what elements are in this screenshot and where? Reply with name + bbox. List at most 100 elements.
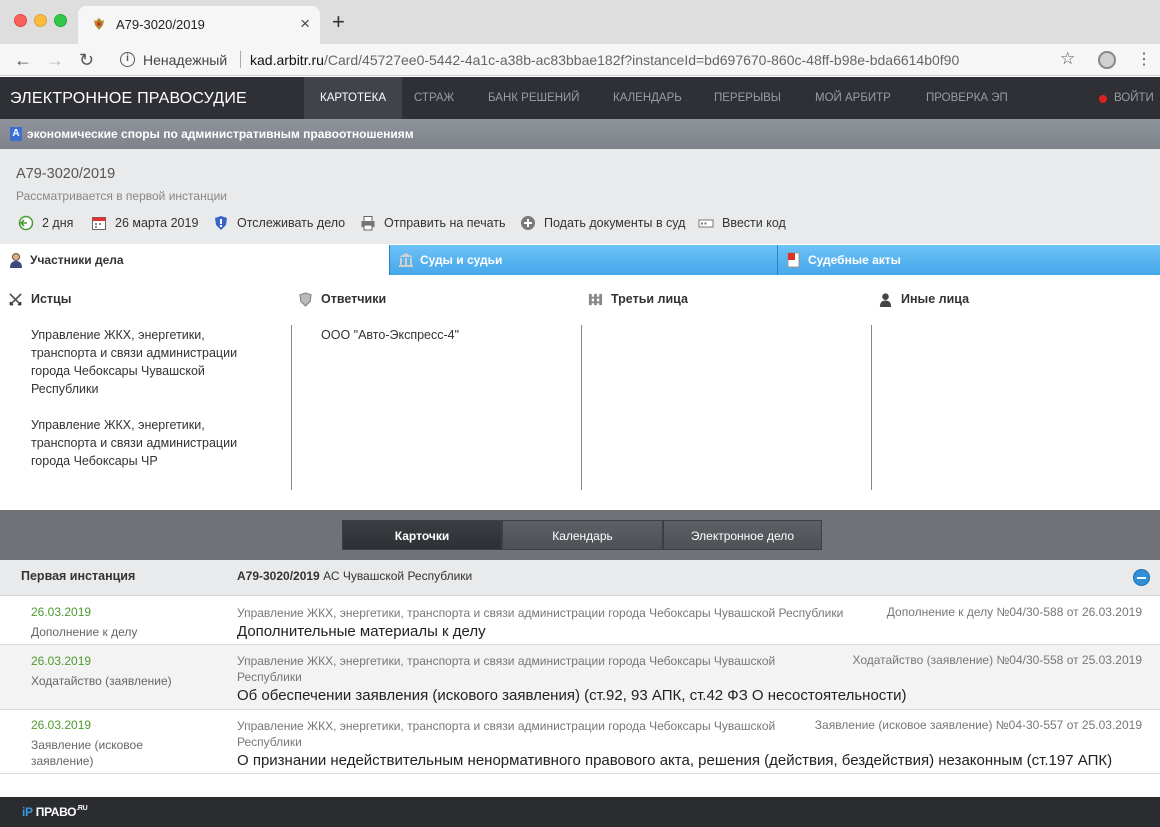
plus-circle-icon	[521, 216, 535, 230]
tab-cards[interactable]: Карточки	[342, 520, 502, 550]
case-category: экономические споры по административным …	[27, 127, 414, 141]
tab-title: А79-3020/2019	[116, 17, 205, 32]
reload-icon[interactable]: ↻	[79, 50, 94, 70]
doc-reference: Ходатайство (заявление) №04/30-558 от 25…	[852, 653, 1142, 667]
nav-moy-arbitr[interactable]: МОЙ АРБИТР	[799, 77, 907, 119]
submit-documents-button[interactable]: Подать документы в суд	[520, 214, 685, 232]
enter-code-button[interactable]: Ввести код	[698, 214, 786, 232]
tab-participants-label: Участники дела	[30, 253, 124, 267]
tab-calendar[interactable]: Календарь	[502, 520, 663, 550]
coat-of-arms-icon	[94, 18, 104, 30]
doc-title-link[interactable]: О признании недействительным ненормативн…	[237, 752, 1112, 769]
doc-title-link[interactable]: Об обеспечении заявления (искового заявл…	[237, 687, 907, 704]
category-badge-icon: А	[10, 127, 22, 141]
calendar-icon	[92, 217, 106, 230]
tab-courts[interactable]: Суды и судьи	[389, 245, 777, 275]
address-bar: ← → ↻ i Ненадежный kad.arbitr.ru/Card/45…	[0, 44, 1160, 76]
days-counter: 2 дня	[18, 214, 73, 232]
instance-case: А79-3020/2019 АС Чувашской Республики	[237, 569, 472, 583]
extension-icon[interactable]	[1098, 51, 1116, 69]
doc-author: Управление ЖКХ, энергетики, транспорта и…	[237, 654, 776, 684]
pravo-ru-logo[interactable]: iP ПРАВО.RU	[22, 805, 88, 819]
plaintiff-item[interactable]: Управление ЖКХ, энергетики, транспорта и…	[31, 326, 241, 398]
case-status: Рассматривается в первой инстанции	[16, 189, 227, 203]
info-icon[interactable]: i	[120, 52, 135, 67]
back-arrow-icon[interactable]: ←	[14, 50, 32, 70]
code-label: Ввести код	[722, 216, 786, 230]
browser-menu-icon[interactable]: ⋮	[1136, 49, 1152, 69]
shield-defense-icon	[299, 292, 312, 307]
case-date: 26 марта 2019	[91, 214, 198, 232]
minimize-window-button[interactable]	[34, 14, 47, 27]
table-row[interactable]: 26.03.2019 Дополнение к делу Управление …	[0, 597, 1160, 645]
instance-title: Первая инстанция	[21, 569, 136, 583]
printer-icon	[361, 216, 375, 231]
login-status-icon	[1099, 95, 1107, 103]
table-row[interactable]: 26.03.2019 Заявление (исковое заявление)…	[0, 710, 1160, 774]
doc-date: 26.03.2019	[31, 605, 92, 619]
login-link[interactable]: ВОЙТИ	[1114, 92, 1154, 104]
case-number: А79-3020/2019	[16, 166, 116, 182]
crossed-swords-icon	[9, 293, 22, 306]
security-status[interactable]: Ненадежный	[143, 52, 227, 68]
close-window-button[interactable]	[14, 14, 27, 27]
doc-reference: Заявление (исковое заявление) №04-30-557…	[814, 718, 1142, 732]
close-tab-icon[interactable]: ×	[300, 14, 310, 34]
shield-icon	[215, 216, 227, 230]
courthouse-icon	[399, 253, 413, 267]
pdf-document-icon	[787, 252, 800, 268]
doc-author: Управление ЖКХ, энергетики, транспорта и…	[237, 606, 844, 620]
doc-title-link[interactable]: Дополнительные материалы к делу	[237, 623, 486, 640]
doc-author: Управление ЖКХ, энергетики, транспорта и…	[237, 719, 776, 749]
new-tab-button[interactable]: +	[332, 11, 345, 33]
defendants-heading: Ответчики	[321, 292, 387, 306]
print-label: Отправить на печать	[384, 216, 506, 230]
collapse-minus-icon[interactable]	[1133, 569, 1150, 586]
instance-header	[0, 560, 1160, 596]
other-parties-heading: Иные лица	[901, 292, 970, 306]
pravo-logo-mark: iP	[22, 805, 33, 819]
browser-tab[interactable]: А79-3020/2019 ×	[78, 6, 320, 44]
column-divider	[871, 325, 872, 490]
person-icon	[10, 253, 22, 268]
instance-case-number: А79-3020/2019	[237, 569, 320, 583]
nav-calendar[interactable]: КАЛЕНДАРЬ	[597, 77, 698, 119]
tab-electronic-case[interactable]: Электронное дело	[663, 520, 822, 550]
doc-type: Ходатайство (заявление)	[31, 674, 172, 688]
plaintiff-item[interactable]: Управление ЖКХ, энергетики, транспорта и…	[31, 416, 241, 470]
url-path: /Card/45727ee0-5442-4a1c-a38b-ac83bbae18…	[323, 52, 960, 68]
fence-icon	[588, 293, 603, 306]
tab-participants[interactable]: Участники дела	[0, 245, 389, 275]
days-label: 2 дня	[42, 216, 74, 230]
nav-bank-resheniy[interactable]: БАНК РЕШЕНИЙ	[472, 77, 596, 119]
url-separator	[240, 51, 241, 68]
url-field[interactable]: kad.arbitr.ru/Card/45727ee0-5442-4a1c-a3…	[250, 52, 959, 68]
doc-type: Заявление (исковое заявление)	[31, 738, 143, 768]
table-row[interactable]: 26.03.2019 Ходатайство (заявление) Управ…	[0, 645, 1160, 710]
doc-date: 26.03.2019	[31, 654, 92, 668]
tab-court-acts[interactable]: Судебные акты	[777, 245, 1160, 275]
tab-courts-label: Суды и судьи	[420, 253, 503, 267]
nav-strazh[interactable]: СТРАЖ	[398, 77, 470, 119]
footer	[0, 797, 1160, 827]
date-label: 26 марта 2019	[115, 216, 199, 230]
defendant-item[interactable]: ООО "Авто-Экспресс-4"	[321, 326, 531, 344]
back-in-time-icon	[18, 215, 34, 231]
bookmark-star-icon[interactable]: ☆	[1060, 49, 1075, 69]
print-button[interactable]: Отправить на печать	[360, 214, 506, 232]
doc-reference: Дополнение к делу №04/30-588 от 26.03.20…	[886, 605, 1142, 619]
instance-court: АС Чувашской Республики	[323, 569, 473, 583]
nav-kartoteka[interactable]: КАРТОТЕКА	[304, 77, 403, 119]
forward-arrow-icon[interactable]: →	[46, 50, 64, 70]
url-host: kad.arbitr.ru	[250, 52, 324, 68]
column-divider	[291, 325, 292, 490]
column-divider	[581, 325, 582, 490]
site-logo[interactable]: ЭЛЕКТРОННОЕ ПРАВОСУДИЕ	[10, 90, 247, 108]
track-case-button[interactable]: Отслеживать дело	[213, 214, 345, 232]
third-parties-heading: Третьи лица	[611, 292, 688, 306]
nav-pereryvy[interactable]: ПЕРЕРЫВЫ	[698, 77, 797, 119]
nav-proverka-ep[interactable]: ПРОВЕРКА ЭП	[910, 77, 1024, 119]
plaintiffs-heading: Истцы	[31, 292, 72, 306]
submit-label: Подать документы в суд	[544, 216, 686, 230]
maximize-window-button[interactable]	[54, 14, 67, 27]
